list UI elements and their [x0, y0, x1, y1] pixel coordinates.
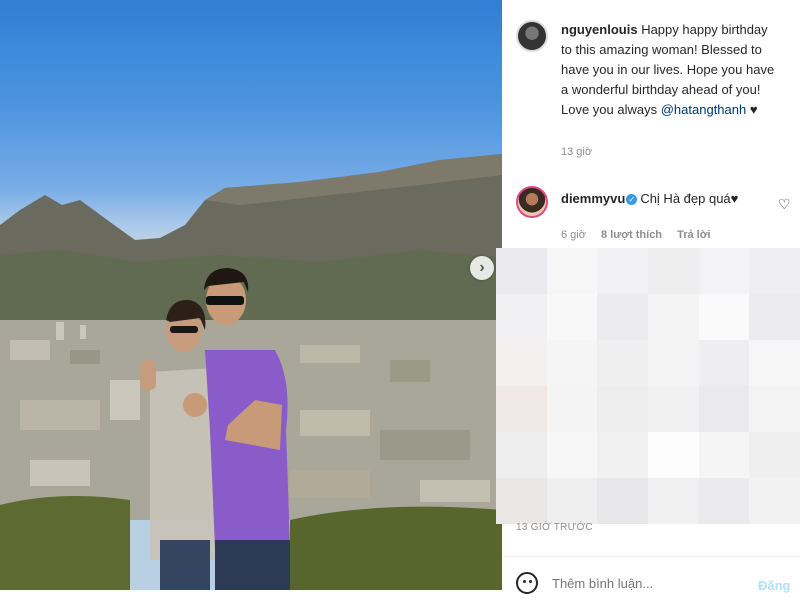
- add-comment-input[interactable]: [552, 576, 742, 591]
- mountain-shade: [0, 250, 502, 330]
- comment-username[interactable]: nguyenlouis: [561, 22, 638, 37]
- photo-scene: [0, 154, 502, 590]
- mention-link[interactable]: @hatangthanh: [661, 102, 747, 117]
- next-photo-button[interactable]: ›: [470, 256, 494, 280]
- chevron-right-icon: ›: [479, 259, 485, 276]
- foreground-bushes: [0, 496, 130, 590]
- comment-username[interactable]: diemmyvu: [561, 191, 625, 206]
- comment-meta: 13 giờ: [561, 146, 604, 158]
- comment-text: Chị Hà đẹp quá♥: [640, 191, 739, 206]
- blurred-region: [496, 248, 800, 524]
- post-time-ago[interactable]: 13 GIỜ TRƯỚC: [516, 522, 593, 533]
- comment-meta: 6 giờ 8 lượt thích Trả lời: [561, 229, 723, 241]
- reply-button[interactable]: Trả lời: [677, 229, 711, 241]
- comment-suffix: ♥: [746, 102, 758, 117]
- avatar-diemmyvu[interactable]: [516, 186, 548, 218]
- foreground-bushes-right: [290, 506, 502, 590]
- comment-time[interactable]: 6 giờ: [561, 229, 586, 241]
- comment-time[interactable]: 13 giờ: [561, 146, 592, 158]
- comment-diemmyvu: diemmyvu ✓ Chị Hà đẹp quá♥: [561, 189, 777, 209]
- comments-panel: nguyenlouis Happy happy birthday to this…: [496, 0, 800, 600]
- emoji-smile-icon[interactable]: [516, 572, 538, 594]
- verified-badge-icon: ✓: [626, 194, 638, 205]
- comment-nguyenlouis: nguyenlouis Happy happy birthday to this…: [561, 20, 777, 120]
- heart-outline-icon[interactable]: ♡: [778, 196, 791, 213]
- post-photo: ›: [0, 0, 502, 590]
- comment-likes[interactable]: 8 lượt thích: [601, 229, 662, 241]
- post-comment-button[interactable]: Đăng: [758, 578, 791, 593]
- avatar-nguyenlouis[interactable]: [516, 20, 548, 52]
- divider: [502, 556, 800, 557]
